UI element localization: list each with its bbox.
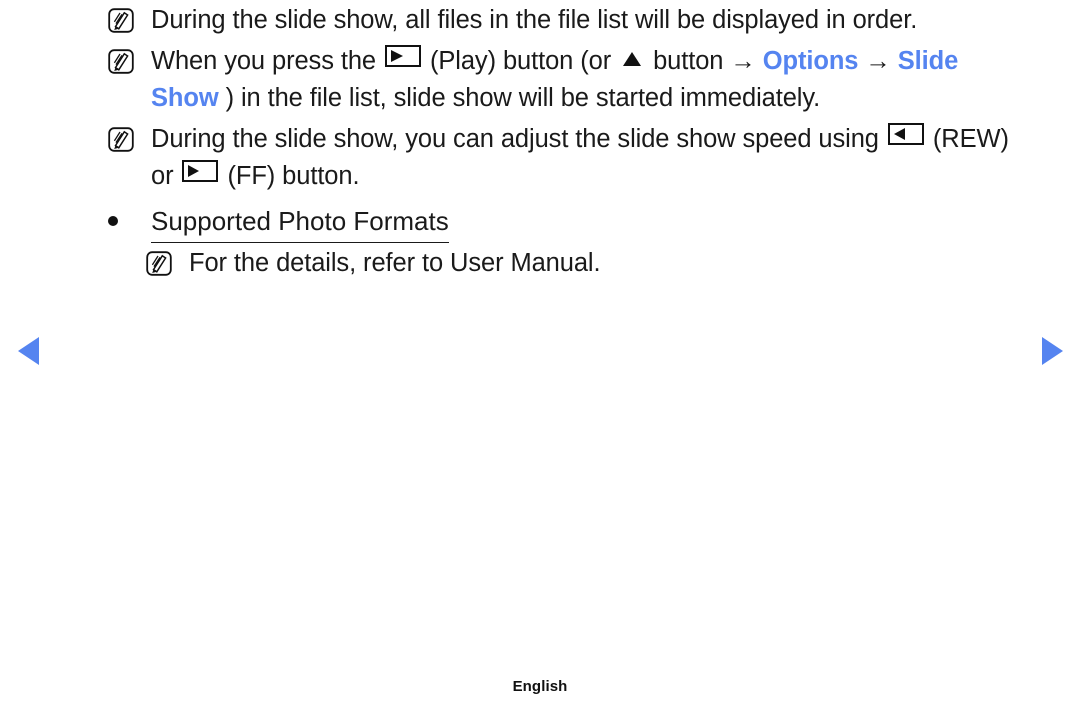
note-pencil-icon <box>108 127 134 152</box>
note-item: During the slide show, all files in the … <box>0 2 1080 39</box>
note-text: For the details, refer to User Manual. <box>189 249 601 277</box>
note-pencil-icon <box>108 8 134 33</box>
arrow-separator: → <box>730 47 763 75</box>
note-icon-gutter <box>108 2 151 33</box>
play-pause-icon <box>384 45 421 67</box>
rewind-icon <box>887 123 924 145</box>
note-text: During the slide show, all files in the … <box>151 6 918 34</box>
note-text-part: (Play) button (or <box>422 47 619 75</box>
section-heading: Supported Photo Formats <box>151 203 449 243</box>
triangle-up-icon <box>621 50 643 68</box>
note-text: During the slide show, you can adjust th… <box>151 121 1021 195</box>
note-text-part: button <box>646 47 731 75</box>
note-item: During the slide show, you can adjust th… <box>0 121 1080 195</box>
previous-page-arrow-icon[interactable] <box>17 336 41 366</box>
note-text-part: (FF) button. <box>220 162 360 190</box>
note-pencil-icon <box>108 49 134 74</box>
note-item: When you press the (Play) button (or but… <box>0 43 1080 117</box>
note-icon-gutter <box>108 121 151 152</box>
note-text-part: ) in the file list, slide show will be s… <box>225 84 821 112</box>
note-pencil-icon <box>146 251 172 276</box>
language-footer: English <box>512 678 568 695</box>
note-item: For the details, refer to User Manual. <box>0 245 1080 282</box>
section-bullet-row: Supported Photo Formats <box>0 203 1080 243</box>
fast-forward-icon <box>182 160 219 182</box>
arrow-separator: → <box>865 47 898 75</box>
next-page-arrow-icon[interactable] <box>1040 336 1064 366</box>
note-text-part: When you press the <box>151 47 383 75</box>
menu-path-options: Options <box>762 47 866 75</box>
bullet-dot-icon <box>108 216 118 226</box>
manual-content: During the slide show, all files in the … <box>0 0 1080 286</box>
note-text-part: During the slide show, you can adjust th… <box>151 125 886 153</box>
note-icon-gutter <box>108 43 151 74</box>
note-text: When you press the (Play) button (or but… <box>151 43 1021 117</box>
bullet-gutter <box>108 203 151 226</box>
note-icon-gutter <box>146 245 189 276</box>
